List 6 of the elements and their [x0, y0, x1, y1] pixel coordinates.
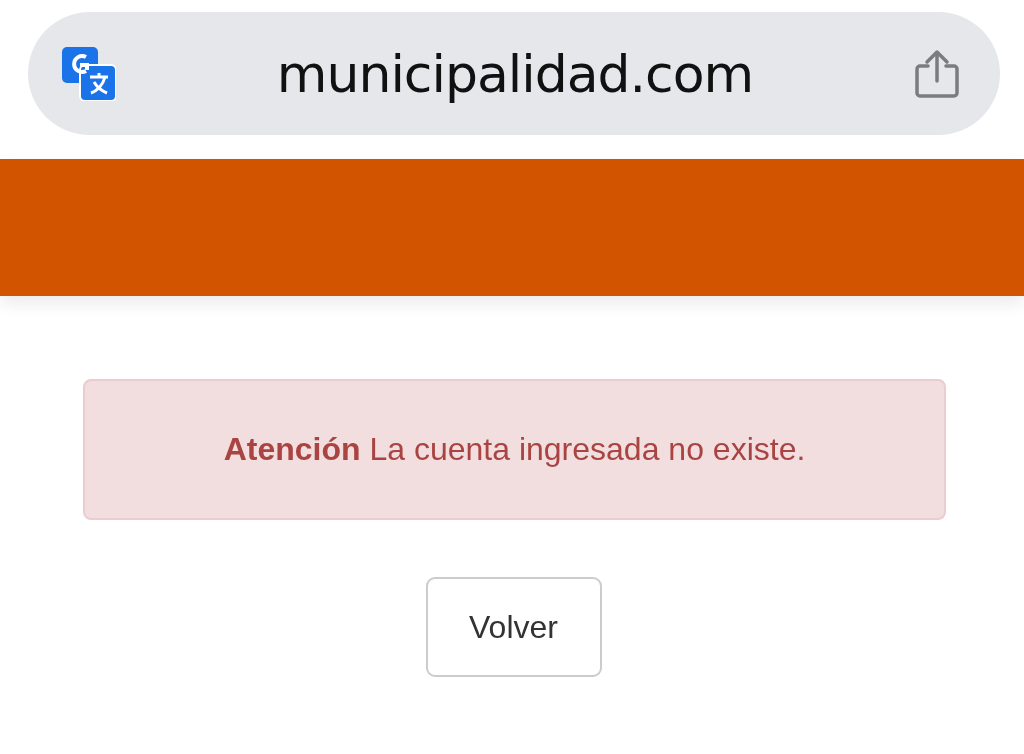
error-alert: Atención La cuenta ingresada no existe. — [83, 379, 946, 520]
back-button[interactable]: Volver — [425, 577, 602, 677]
share-icon[interactable] — [914, 48, 960, 99]
address-bar[interactable]: municipalidad.com — [28, 12, 1000, 135]
translate-icon[interactable] — [62, 46, 116, 101]
url-text[interactable]: municipalidad.com — [116, 43, 914, 104]
